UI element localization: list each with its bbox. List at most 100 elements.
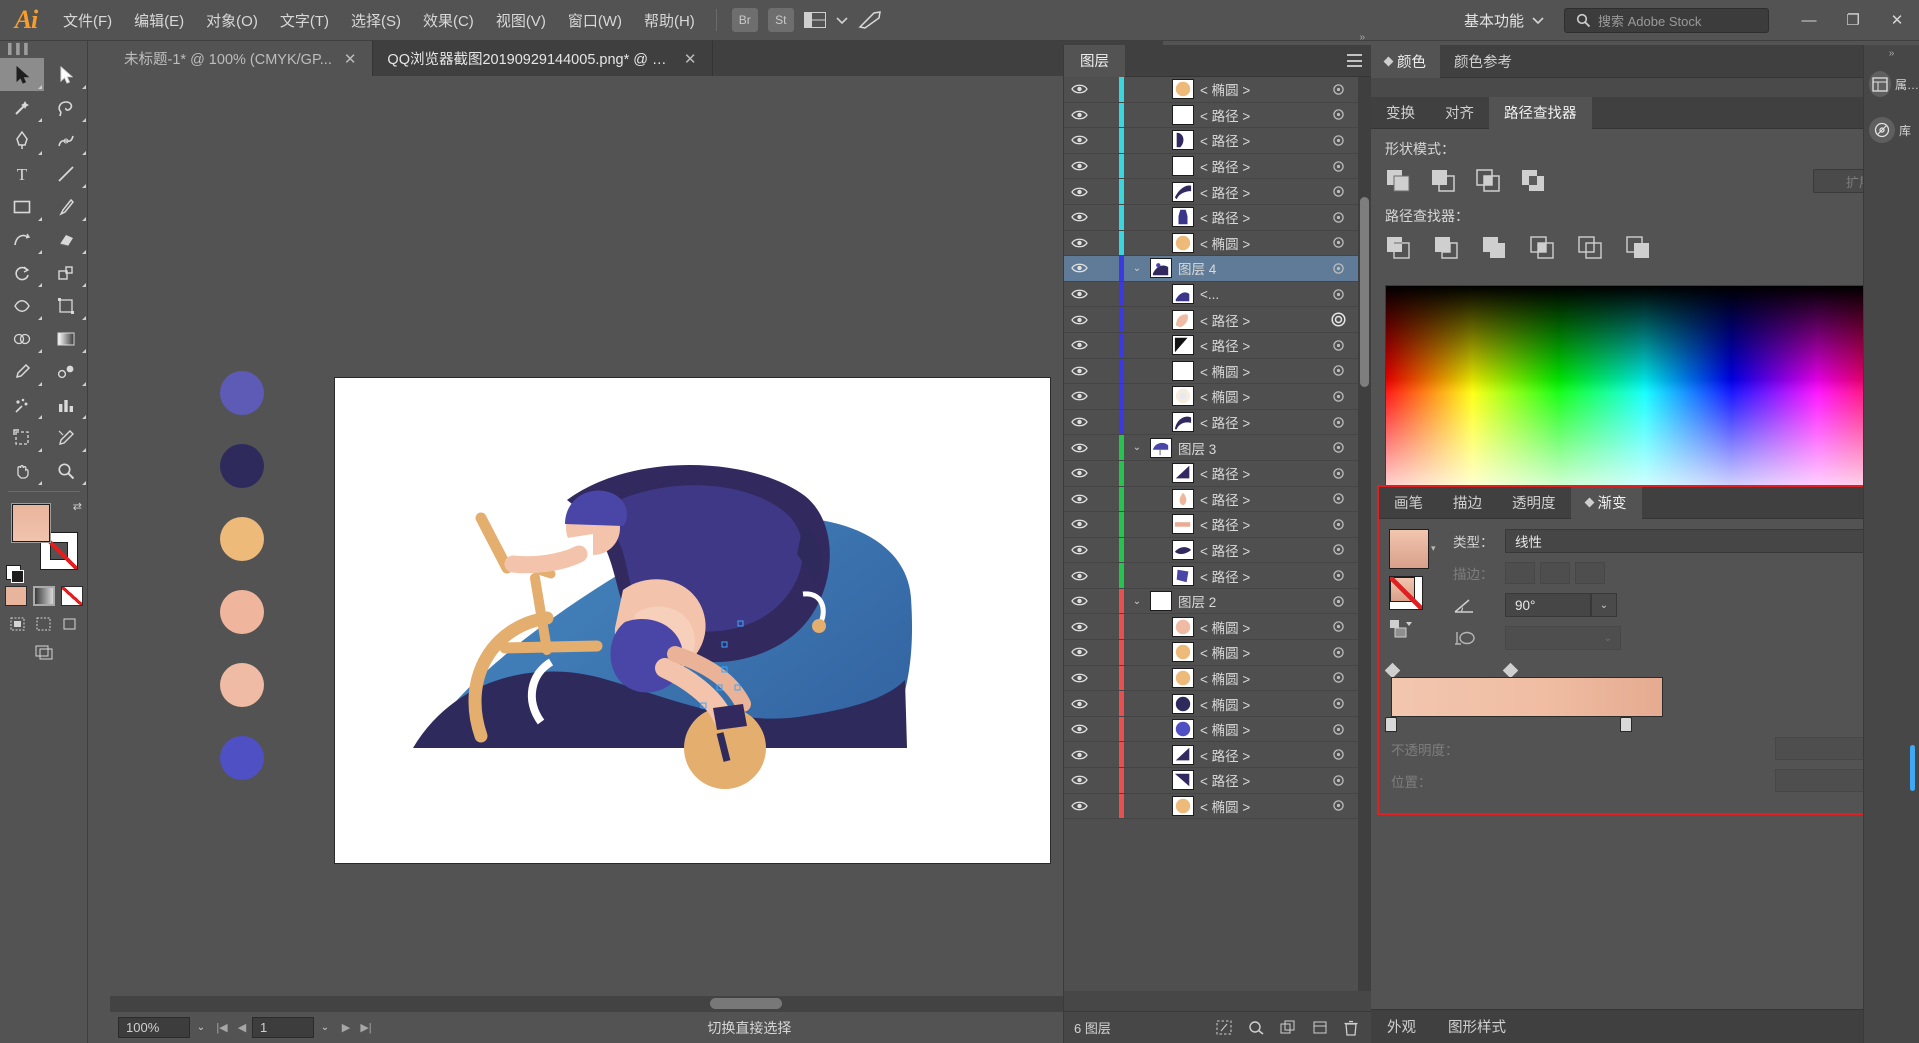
menu-help[interactable]: 帮助(H) [633, 0, 706, 41]
change-screen-mode-icon[interactable] [33, 642, 55, 662]
tab-stroke[interactable]: 描边 [1438, 487, 1497, 519]
layer-item-row[interactable]: < 路径 > [1064, 128, 1371, 154]
layer-visibility-icon[interactable] [1064, 698, 1095, 710]
layer-target-icon[interactable] [1323, 416, 1353, 429]
layer-target-icon[interactable] [1323, 108, 1353, 121]
exclude-icon[interactable] [1520, 168, 1547, 194]
layer-row[interactable]: ⌄ 图层 2 [1064, 588, 1371, 615]
prev-artboard-button[interactable]: ◀ [232, 1017, 252, 1038]
first-artboard-button[interactable]: |◀ [212, 1017, 232, 1038]
swatch-dot[interactable] [220, 663, 264, 707]
menu-window[interactable]: 窗口(W) [557, 0, 633, 41]
layer-name[interactable]: < 路径 > [1200, 489, 1323, 509]
crop-icon[interactable] [1529, 235, 1556, 261]
gradient-tool[interactable] [44, 322, 88, 355]
layer-name[interactable]: < 椭圆 > [1200, 386, 1323, 406]
layer-visibility-icon[interactable] [1064, 570, 1095, 582]
slice-tool[interactable] [44, 421, 88, 454]
drawing-mode-inside-icon[interactable] [59, 614, 81, 634]
none-fill-button[interactable] [60, 586, 83, 606]
layer-target-icon[interactable] [1323, 236, 1353, 249]
layer-visibility-icon[interactable] [1064, 262, 1095, 274]
layer-visibility-icon[interactable] [1064, 493, 1095, 505]
layer-target-icon[interactable] [1323, 518, 1353, 531]
scale-tool[interactable] [44, 256, 88, 289]
layer-item-row[interactable]: < 路径 > [1064, 742, 1371, 769]
layer-visibility-icon[interactable] [1064, 134, 1095, 146]
menu-file[interactable]: 文件(F) [52, 0, 123, 41]
swatch-dot[interactable] [220, 517, 264, 561]
layer-item-row[interactable]: < 椭圆 > [1064, 384, 1371, 410]
type-tool[interactable]: T [0, 157, 44, 190]
drawing-mode-behind-icon[interactable] [33, 614, 55, 634]
artboard-tool[interactable] [0, 421, 44, 454]
layer-name[interactable]: < 路径 > [1200, 182, 1323, 202]
layer-target-icon[interactable] [1323, 134, 1353, 147]
gradient-fill-button[interactable] [32, 586, 55, 606]
layer-name[interactable]: < 椭圆 > [1200, 719, 1323, 739]
tab-transform[interactable]: 变换 [1371, 97, 1430, 129]
layer-name[interactable]: < 路径 > [1200, 412, 1323, 432]
layer-item-row[interactable]: < 椭圆 > [1064, 77, 1371, 103]
layer-item-row[interactable]: < 路径 > [1064, 307, 1371, 333]
layer-disclosure-triangle-icon[interactable]: ⌄ [1124, 442, 1150, 453]
color-fill-button[interactable] [4, 586, 27, 606]
layers-scroll-thumb[interactable] [1360, 197, 1369, 387]
layer-item-row[interactable]: < 路径 > [1064, 179, 1371, 205]
tab-color-guide[interactable]: 颜色参考 [1440, 45, 1526, 78]
layer-name[interactable]: < 路径 > [1200, 310, 1323, 330]
layer-visibility-icon[interactable] [1064, 390, 1095, 402]
gradient-slider[interactable]: 🗑 [1384, 662, 1893, 732]
gradient-fill-stroke-swatch[interactable] [1389, 576, 1423, 610]
layer-target-icon[interactable] [1323, 160, 1353, 173]
layer-name[interactable]: < 椭圆 > [1200, 668, 1323, 688]
layer-name[interactable]: < 路径 > [1200, 770, 1323, 790]
column-graph-tool[interactable] [44, 388, 88, 421]
unite-icon[interactable] [1385, 168, 1412, 194]
divide-icon[interactable] [1385, 235, 1412, 261]
swatch-dot[interactable] [220, 371, 264, 415]
layer-item-row[interactable]: < 路径 > [1064, 332, 1371, 359]
layer-name[interactable]: < 椭圆 > [1200, 233, 1323, 253]
stock-button[interactable]: St [767, 8, 794, 32]
layer-item-row[interactable]: < 椭圆 > [1064, 665, 1371, 692]
properties-panel-button[interactable]: 属… [1864, 61, 1919, 107]
layer-item-row[interactable]: < 椭圆 > [1064, 230, 1371, 257]
layer-item-row[interactable]: < 路径 > [1064, 537, 1371, 564]
layer-item-row[interactable]: < 路径 > [1064, 768, 1371, 794]
layer-name[interactable]: 图层 2 [1178, 591, 1323, 611]
menu-select[interactable]: 选择(S) [340, 0, 412, 41]
tab-layers[interactable]: 图层 [1064, 44, 1125, 77]
layer-visibility-icon[interactable] [1064, 749, 1095, 761]
curvature-tool[interactable] [44, 124, 88, 157]
layer-visibility-icon[interactable] [1064, 723, 1095, 735]
stroke-along-icon[interactable] [1540, 562, 1570, 584]
layer-visibility-icon[interactable] [1064, 160, 1095, 172]
layer-item-row[interactable]: <... [1064, 281, 1371, 308]
canvas-horizontal-scroll-thumb[interactable] [710, 998, 782, 1009]
layer-visibility-icon[interactable] [1064, 774, 1095, 786]
layer-visibility-icon[interactable] [1064, 544, 1095, 556]
last-artboard-button[interactable]: ▶| [356, 1017, 376, 1038]
layers-panel-menu-icon[interactable] [1347, 54, 1362, 67]
eyedropper-tool[interactable] [0, 355, 44, 388]
layer-visibility-icon[interactable] [1064, 800, 1095, 812]
layer-item-row[interactable]: < 椭圆 > [1064, 640, 1371, 666]
layer-visibility-icon[interactable] [1064, 314, 1095, 326]
layer-target-icon[interactable] [1323, 390, 1353, 403]
gradient-preview-swatch[interactable] [1389, 529, 1429, 569]
layer-target-icon[interactable] [1323, 646, 1353, 659]
free-transform-tool[interactable] [44, 289, 88, 322]
layer-name[interactable]: < 椭圆 > [1200, 694, 1323, 714]
gradient-ramp[interactable] [1391, 677, 1663, 717]
layer-item-row[interactable]: < 路径 > [1064, 102, 1371, 129]
layer-item-row[interactable]: < 路径 > [1064, 409, 1371, 436]
layer-item-row[interactable]: < 路径 > [1064, 512, 1371, 538]
artboard-number-input[interactable]: 1 [252, 1017, 314, 1038]
layer-visibility-icon[interactable] [1064, 467, 1095, 479]
layer-name[interactable]: < 椭圆 > [1200, 79, 1323, 99]
gradient-stop-end[interactable] [1620, 717, 1632, 732]
menu-object[interactable]: 对象(O) [195, 0, 269, 41]
layer-target-icon[interactable] [1323, 697, 1353, 710]
artboard-chevron-down-icon[interactable]: ⌄ [314, 1017, 336, 1038]
